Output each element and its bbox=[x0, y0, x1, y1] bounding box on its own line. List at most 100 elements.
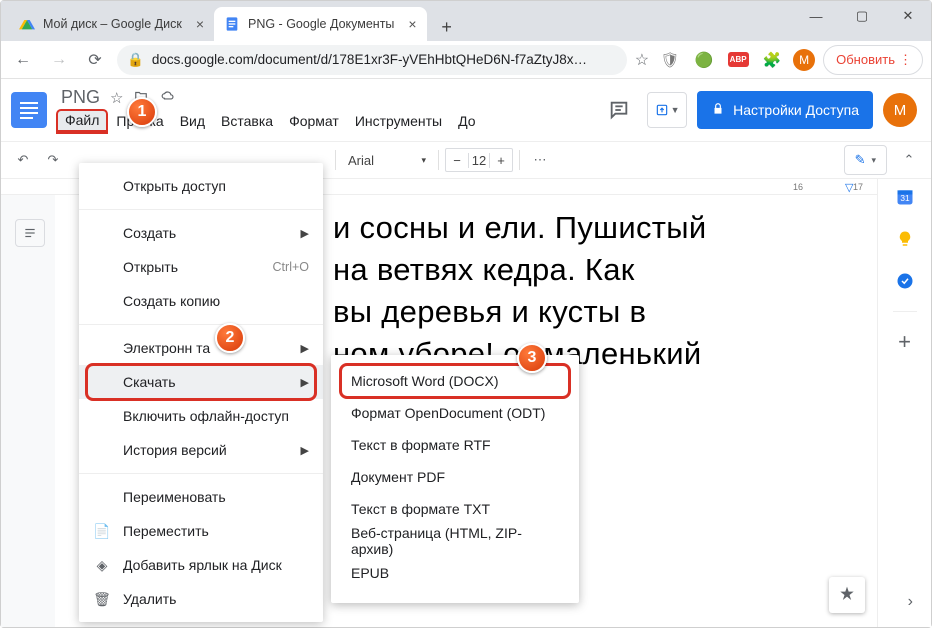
submenu-caret-icon: ▶ bbox=[301, 376, 309, 389]
doc-title[interactable]: PNG bbox=[61, 87, 100, 108]
keep-icon[interactable] bbox=[893, 227, 917, 251]
present-button[interactable]: ▼ bbox=[647, 92, 687, 128]
collapse-toolbar-button[interactable]: ⌃ bbox=[895, 146, 923, 174]
menu-item-shortcut[interactable]: ◈Добавить ярлык на Диск bbox=[79, 548, 323, 582]
nav-reload-button[interactable]: ⟳ bbox=[81, 46, 109, 74]
explore-fab-button[interactable] bbox=[829, 577, 865, 613]
outline-toggle-button[interactable] bbox=[15, 219, 45, 247]
share-button[interactable]: Настройки Доступа bbox=[697, 91, 873, 129]
menu-item-new[interactable]: Создать▶ bbox=[79, 216, 323, 250]
ruler-tick-17: 17 bbox=[853, 182, 863, 192]
submenu-item-html[interactable]: Веб-страница (HTML, ZIP-архив) bbox=[331, 525, 579, 557]
submenu-item-rtf[interactable]: Текст в формате RTF bbox=[331, 429, 579, 461]
ext-puzzle-icon[interactable]: 🧩 bbox=[759, 47, 785, 73]
editing-mode-button[interactable]: ✎ ▾ bbox=[844, 145, 887, 175]
menu-item-copy[interactable]: Создать копию bbox=[79, 284, 323, 318]
pencil-icon: ✎ bbox=[855, 152, 866, 168]
menu-file[interactable]: Файл bbox=[57, 110, 107, 133]
ext-shield-icon[interactable]: 🛡 bbox=[657, 47, 683, 73]
menu-item-delete[interactable]: 🗑 Удалить bbox=[79, 582, 323, 616]
submenu-item-pdf[interactable]: Документ PDF bbox=[331, 461, 579, 493]
comments-button[interactable] bbox=[601, 92, 637, 128]
caret-down-icon: ▾ bbox=[421, 155, 426, 166]
menu-item-move[interactable]: 📄Переместить bbox=[79, 514, 323, 548]
browser-tab-docs[interactable]: PNG - Google Документы × bbox=[214, 7, 427, 41]
ruler-indent-icon[interactable]: ▽ bbox=[845, 181, 853, 194]
calendar-icon[interactable]: 31 bbox=[893, 185, 917, 209]
new-tab-button[interactable]: + bbox=[433, 13, 461, 41]
window-minimize[interactable]: — bbox=[793, 1, 839, 31]
share-lock-icon bbox=[711, 102, 725, 119]
update-label: Обновить bbox=[836, 52, 895, 67]
shortcut: Ctrl+O bbox=[273, 260, 309, 274]
menu-item-open[interactable]: ОткрытьCtrl+O bbox=[79, 250, 323, 284]
nav-forward-button[interactable]: → bbox=[45, 46, 73, 74]
label: Удалить bbox=[123, 591, 176, 607]
addons-plus-icon[interactable]: + bbox=[893, 330, 917, 354]
menu-item-offline[interactable]: Включить офлайн-доступ bbox=[79, 399, 323, 433]
docs-logo-icon[interactable] bbox=[11, 92, 47, 128]
sidepanel-collapse-icon[interactable]: › bbox=[908, 593, 913, 611]
size-plus-button[interactable]: + bbox=[490, 153, 512, 168]
bookmark-star-icon[interactable]: ☆ bbox=[635, 50, 649, 70]
label: Открыть доступ bbox=[123, 178, 226, 194]
submenu-item-odt[interactable]: Формат OpenDocument (ODT) bbox=[331, 397, 579, 429]
tab-label: PNG - Google Документы bbox=[248, 17, 394, 31]
tasks-icon[interactable] bbox=[893, 269, 917, 293]
undo-button[interactable]: ↶ bbox=[9, 146, 37, 174]
doc-star-icon[interactable]: ☆ bbox=[110, 89, 123, 107]
doc-cloud-icon[interactable] bbox=[159, 89, 177, 107]
url-field[interactable]: 🔒 docs.google.com/document/d/178E1xr3F-y… bbox=[117, 45, 627, 75]
size-minus-button[interactable]: − bbox=[446, 153, 468, 168]
label: История версий bbox=[123, 442, 227, 458]
menu-format[interactable]: Формат bbox=[282, 110, 346, 133]
account-avatar[interactable]: M bbox=[883, 93, 917, 127]
label: Переименовать bbox=[123, 489, 226, 505]
toolbar-more-button[interactable]: ⋯ bbox=[526, 146, 554, 174]
font-selector[interactable]: Arial ▾ bbox=[342, 153, 432, 168]
font-size-stepper[interactable]: − 12 + bbox=[445, 148, 513, 172]
ruler-tick-16: 16 bbox=[793, 182, 803, 192]
submenu-item-txt[interactable]: Текст в формате TXT bbox=[331, 493, 579, 525]
submenu-item-epub[interactable]: EPUB bbox=[331, 557, 579, 589]
menu-item-share[interactable]: Открыть доступ bbox=[79, 169, 323, 203]
window-maximize[interactable]: ▢ bbox=[839, 1, 885, 31]
menu-item-email[interactable]: Электронн та ▶ bbox=[79, 331, 323, 365]
label: Электронн та bbox=[123, 340, 210, 356]
trash-icon: 🗑 bbox=[93, 591, 111, 608]
browser-tab-drive[interactable]: Мой диск – Google Диск × bbox=[9, 7, 214, 41]
tab-close-icon[interactable]: × bbox=[196, 16, 204, 32]
caret-down-icon: ▼ bbox=[671, 105, 680, 115]
docs-menubar: Файл Правка Вид Вставка Формат Инструмен… bbox=[57, 110, 483, 133]
menu-tools[interactable]: Инструменты bbox=[348, 110, 449, 133]
redo-button[interactable]: ↷ bbox=[39, 146, 67, 174]
profile-avatar[interactable]: M bbox=[793, 49, 815, 71]
size-value[interactable]: 12 bbox=[468, 153, 490, 168]
ext-abp-icon[interactable]: ABP bbox=[725, 47, 751, 73]
caret-down-icon: ▾ bbox=[871, 155, 876, 166]
lock-icon: 🔒 bbox=[127, 52, 144, 68]
tab-close-icon[interactable]: × bbox=[408, 16, 416, 32]
ext-evernote-icon[interactable]: 🟢 bbox=[691, 47, 717, 73]
label: Переместить bbox=[123, 523, 209, 539]
browser-tabstrip: Мой диск – Google Диск × PNG - Google До… bbox=[1, 1, 931, 41]
kebab-icon: ⋮ bbox=[899, 52, 912, 68]
submenu-caret-icon: ▶ bbox=[301, 342, 309, 355]
label: Создать копию bbox=[123, 293, 220, 309]
share-label: Настройки Доступа bbox=[733, 102, 859, 118]
menu-view[interactable]: Вид bbox=[173, 110, 212, 133]
annotation-badge-2: 2 bbox=[215, 323, 245, 353]
window-close[interactable]: ✕ bbox=[885, 1, 931, 31]
menu-item-download[interactable]: Скачать▶ bbox=[79, 365, 323, 399]
download-submenu: Microsoft Word (DOCX) Формат OpenDocumen… bbox=[331, 355, 579, 603]
menu-insert[interactable]: Вставка bbox=[214, 110, 280, 133]
drive-shortcut-icon: ◈ bbox=[93, 557, 111, 574]
browser-addressbar: ← → ⟳ 🔒 docs.google.com/document/d/178E1… bbox=[1, 41, 931, 79]
submenu-item-docx[interactable]: Microsoft Word (DOCX) bbox=[331, 365, 579, 397]
menu-addons[interactable]: До bbox=[451, 110, 482, 133]
menu-item-history[interactable]: История версий▶ bbox=[79, 433, 323, 467]
annotation-badge-3: 3 bbox=[517, 343, 547, 373]
browser-update-button[interactable]: Обновить ⋮ bbox=[823, 45, 923, 75]
nav-back-button[interactable]: ← bbox=[9, 46, 37, 74]
menu-item-rename[interactable]: Переименовать bbox=[79, 480, 323, 514]
